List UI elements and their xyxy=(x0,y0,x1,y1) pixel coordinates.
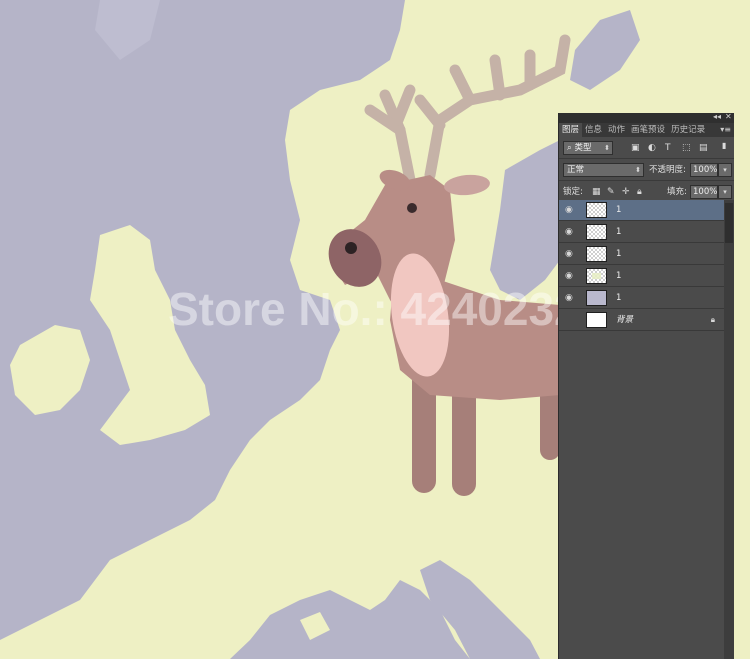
reindeer-nose xyxy=(345,242,357,254)
opacity-input[interactable]: 100% xyxy=(690,163,718,177)
blend-row: 正常 ⬍ 不透明度: 100% ▾ xyxy=(559,159,734,181)
menu-icon[interactable]: ▾≡ xyxy=(720,123,731,137)
land-thumb-content xyxy=(592,273,601,279)
layer-thumbnail xyxy=(586,202,607,218)
tab-brush-presets[interactable]: 画笔预设 xyxy=(628,123,668,137)
layer-row[interactable]: ◉ 1 xyxy=(559,266,725,287)
layers-panel: ◂◂ ✕ 图层 信息 动作 画笔预设 历史记录 ▾≡ ⌕ 类型 ⬍ ▣ ◐ T … xyxy=(558,112,734,659)
lock-position-icon[interactable]: ✛ xyxy=(622,186,630,198)
eye-icon[interactable]: ◉ xyxy=(565,249,573,259)
layer-thumbnail xyxy=(586,290,607,306)
reindeer-eye xyxy=(407,203,417,213)
opacity-dropdown[interactable]: ▾ xyxy=(718,163,732,177)
layer-name: 1 xyxy=(616,205,622,215)
lock-all-icon[interactable]: 🔒︎ xyxy=(637,186,642,198)
fill-label: 填充: xyxy=(667,187,687,197)
layer-row[interactable]: ◉ 1 xyxy=(559,288,725,309)
panel-title-bar[interactable]: ◂◂ ✕ xyxy=(559,112,734,123)
chevron-down-icon: ⬍ xyxy=(604,144,610,152)
scrollbar-thumb[interactable] xyxy=(725,203,733,243)
fill-dropdown[interactable]: ▾ xyxy=(718,185,732,199)
layer-thumbnail xyxy=(586,224,607,240)
layer-row[interactable]: ◉ 1 xyxy=(559,222,725,243)
filter-row: ⌕ 类型 ⬍ ▣ ◐ T ⬚ ▤ ▮ xyxy=(559,137,734,159)
adjustment-filter-icon[interactable]: ◐ xyxy=(648,142,656,154)
tab-history[interactable]: 历史记录 xyxy=(668,123,708,137)
text-filter-icon[interactable]: T xyxy=(665,142,671,154)
filter-kind-label: 类型 xyxy=(574,143,592,153)
blend-mode-value: 正常 xyxy=(567,165,585,175)
layer-thumbnail xyxy=(586,268,607,284)
lock-icon[interactable]: 🔒︎ xyxy=(711,315,715,325)
tab-info[interactable]: 信息 xyxy=(582,123,605,137)
canvas-right-edge xyxy=(734,113,750,659)
eye-icon[interactable]: ◉ xyxy=(565,205,573,215)
eye-icon[interactable]: ◉ xyxy=(565,271,573,281)
layer-name: 背景 xyxy=(616,315,634,325)
smart-object-filter-icon[interactable]: ▤ xyxy=(699,142,708,154)
shape-filter-icon[interactable]: ⬚ xyxy=(682,142,691,154)
lock-image-icon[interactable]: ✎ xyxy=(607,186,615,198)
tab-layers[interactable]: 图层 xyxy=(559,123,583,137)
tab-actions[interactable]: 动作 xyxy=(605,123,628,137)
eye-icon[interactable]: ◉ xyxy=(565,293,573,303)
layer-row[interactable]: ◉ 1 xyxy=(559,244,725,265)
fill-input[interactable]: 100% xyxy=(690,185,718,199)
panel-tabs: 图层 信息 动作 画笔预设 历史记录 ▾≡ xyxy=(559,123,734,137)
search-icon: ⌕ xyxy=(567,143,572,153)
layer-thumbnail xyxy=(586,312,607,328)
image-filter-icon[interactable]: ▣ xyxy=(631,142,640,154)
layer-name: 1 xyxy=(616,249,622,259)
chevron-down-icon: ⬍ xyxy=(635,166,641,174)
layer-name: 1 xyxy=(616,293,622,303)
opacity-label: 不透明度: xyxy=(649,165,686,175)
lock-label: 锁定: xyxy=(563,187,583,197)
lock-transparency-icon[interactable]: ▦ xyxy=(592,186,601,198)
close-icon[interactable]: ✕ xyxy=(725,112,732,121)
layer-name: 1 xyxy=(616,271,622,281)
layer-row-background[interactable]: 背景 🔒︎ xyxy=(559,310,725,331)
filter-toggle-icon[interactable]: ▮ xyxy=(722,140,726,152)
filter-kind-select[interactable]: ⌕ 类型 ⬍ xyxy=(563,141,613,155)
layer-thumbnail xyxy=(586,246,607,262)
collapse-icon[interactable]: ◂◂ xyxy=(713,112,721,121)
layer-name: 1 xyxy=(616,227,622,237)
blend-mode-select[interactable]: 正常 ⬍ xyxy=(563,163,644,177)
layers-scrollbar[interactable] xyxy=(724,200,734,659)
eye-icon[interactable]: ◉ xyxy=(565,227,573,237)
layer-row[interactable]: ◉ 1 xyxy=(559,200,725,221)
